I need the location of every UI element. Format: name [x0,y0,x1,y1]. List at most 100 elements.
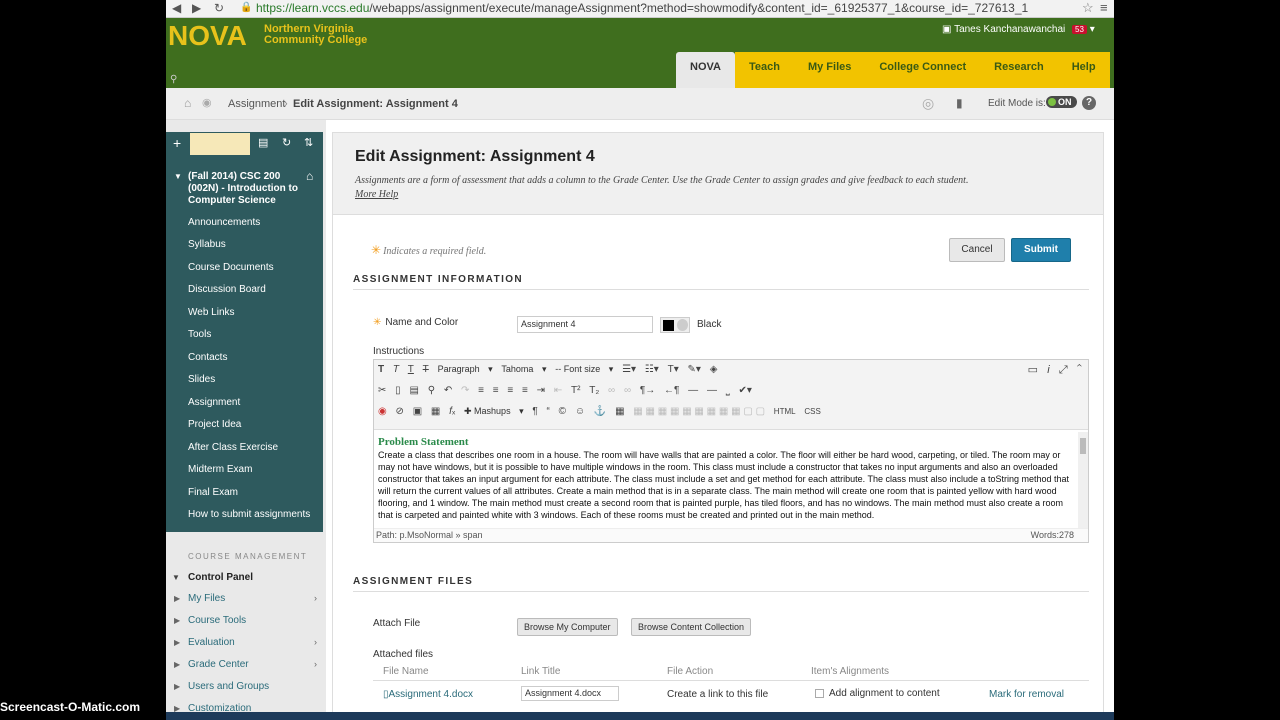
sidebar-item-how-to-submit[interactable]: How to submit assignments [188,509,310,520]
horizontal-rule-icon[interactable]: — [688,385,698,396]
sidebar-item-project-idea[interactable]: Project Idea [188,419,241,430]
mashups-select[interactable]: ✚ Mashups ▾ [464,406,524,417]
cp-item-evaluation[interactable]: Evaluation [188,637,235,648]
file-name-link[interactable]: ▯Assignment 4.docx [383,689,473,700]
underline-icon[interactable]: T [408,364,414,375]
cut-icon[interactable]: ✂ [378,385,386,396]
cp-item-course-tools[interactable]: Course Tools [188,615,246,626]
table-icon[interactable]: ▦ [615,406,624,417]
expand-triangle-icon[interactable]: ▶ [174,594,180,603]
student-preview-icon[interactable]: ◎ [922,95,934,112]
sidebar-item-after-class-exercise[interactable]: After Class Exercise [188,442,278,453]
line-icon[interactable]: — [707,385,717,396]
sidebar-item-contacts[interactable]: Contacts [188,352,227,363]
bookmark-star-icon[interactable]: ☆ [1082,0,1094,16]
media-icon[interactable]: ▦ [431,406,440,417]
tab-nova[interactable]: NOVA [676,52,735,88]
bold-icon[interactable]: T [378,364,384,375]
control-panel-heading[interactable]: Control Panel [188,572,253,583]
sidebar-item-final-exam[interactable]: Final Exam [188,487,238,498]
tab-help[interactable]: Help [1057,52,1110,88]
anchor-icon[interactable]: ⚓ [594,406,606,417]
collapse-toolbar-icon[interactable]: ⌃ [1077,364,1082,376]
ltr-icon[interactable]: ¶→ [640,385,655,396]
image-icon[interactable]: ▣ [413,406,422,417]
font-size-select[interactable]: -- Font size ▾ [555,364,613,375]
browse-my-computer-button[interactable]: Browse My Computer [517,618,618,636]
forward-icon[interactable]: ▶ [192,1,201,15]
table-tools-icon[interactable]: ▦ ▦ ▦ ▦ ▦ ▦ ▦ ▦ ▦ ▢ ▢ [633,406,765,417]
address-bar[interactable]: https://learn.vccs.edu/webapps/assignmen… [256,1,1028,15]
indent-icon[interactable]: ⇥ [537,385,545,396]
alignment-checkbox[interactable] [815,689,824,698]
expand-triangle-icon[interactable]: ▶ [174,660,180,669]
editor-content[interactable]: Problem Statement Create a class that de… [378,436,1074,528]
sidebar-item-assignment[interactable]: Assignment [188,397,240,408]
align-center-icon[interactable]: ≡ [493,385,499,396]
italic-icon[interactable]: T [393,364,399,375]
nonbreaking-space-icon[interactable]: ⎵ [726,385,730,396]
strikethrough-icon[interactable]: T [423,364,429,375]
link-icon[interactable]: ⚲ [170,74,177,85]
align-right-icon[interactable]: ≡ [507,385,513,396]
find-icon[interactable]: ⚲ [428,385,435,396]
cp-item-my-files[interactable]: My Files [188,593,225,604]
add-menu-item-icon[interactable]: + [173,135,181,151]
expand-triangle-icon[interactable]: ▶ [174,616,180,625]
home-icon[interactable]: ⌂ [184,96,191,110]
paragraph-mark-icon[interactable]: ¶ [532,406,537,417]
paragraph-select[interactable]: Paragraph ▾ [438,364,493,375]
sidebar-item-tools[interactable]: Tools [188,329,211,340]
sidebar-item-slides[interactable]: Slides [188,374,215,385]
file-action-select[interactable]: Create a link to this file [667,689,768,700]
attach-icon[interactable]: ⊘ [396,406,404,417]
formula-icon[interactable]: fₓ [449,406,455,417]
help-icon[interactable]: ? [1082,96,1096,110]
highlight-icon[interactable]: ✎▾ [688,364,701,375]
link-title-field[interactable]: Assignment 4.docx [521,686,619,701]
reload-icon[interactable]: ↻ [214,1,224,15]
emoticon-icon[interactable]: ☺ [575,406,585,417]
tab-my-files[interactable]: My Files [793,52,866,88]
copyright-icon[interactable]: © [559,406,566,417]
blockquote-icon[interactable]: “ [547,406,550,417]
submit-button[interactable]: Submit [1011,238,1071,262]
tab-research[interactable]: Research [980,52,1058,88]
color-picker[interactable] [660,317,690,333]
editor-scrollbar[interactable] [1078,432,1088,530]
mark-for-removal-link[interactable]: Mark for removal [989,689,1064,700]
align-left-icon[interactable]: ≡ [478,385,484,396]
context-menu-icon[interactable]: ◉ [202,96,212,109]
collapse-triangle-icon[interactable]: ▼ [174,172,182,181]
subscript-icon[interactable]: T₂ [589,385,599,396]
sidebar-item-syllabus[interactable]: Syllabus [188,239,226,250]
tab-teach[interactable]: Teach [734,52,794,88]
sidebar-item-midterm-exam[interactable]: Midterm Exam [188,464,252,475]
cp-item-users-and-groups[interactable]: Users and Groups [188,681,269,692]
css-button[interactable]: CSS [804,407,820,416]
outdent-icon[interactable]: ⇤ [554,385,562,396]
scroll-thumb[interactable] [1080,438,1086,454]
justify-icon[interactable]: ≡ [522,385,528,396]
folder-view-icon[interactable]: ▤ [258,136,268,149]
browser-menu-icon[interactable]: ≡ [1100,0,1108,15]
spellcheck-icon[interactable]: ✔▾ [739,385,752,396]
superscript-icon[interactable]: T² [571,385,580,396]
more-help-link[interactable]: More Help [355,189,398,200]
eraser-icon[interactable]: ◈ [710,364,718,375]
chevron-down-icon[interactable]: ▾ [1090,24,1095,35]
control-panel-triangle-icon[interactable]: ▼ [172,573,180,582]
paste-icon[interactable]: ▤ [409,385,418,396]
course-stats-icon[interactable]: ▮ [956,96,963,110]
tab-college-connect[interactable]: College Connect [865,52,981,88]
cp-item-grade-center[interactable]: Grade Center [188,659,249,670]
html-button[interactable]: HTML [774,407,796,416]
info-icon[interactable]: i [1047,364,1049,376]
refresh-icon[interactable]: ↻ [282,136,291,149]
sort-icon[interactable]: ⇅ [304,136,313,149]
numbered-list-icon[interactable]: ☷▾ [645,364,659,375]
notification-badge[interactable]: 53 [1072,25,1087,34]
record-icon[interactable]: ◉ [378,406,387,417]
name-field[interactable]: Assignment 4 [517,316,653,333]
course-home-icon[interactable]: ⌂ [306,169,313,183]
